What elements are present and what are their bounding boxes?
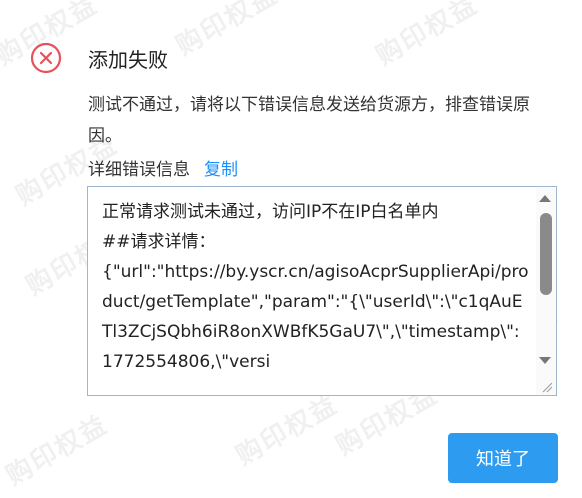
- copy-link[interactable]: 复制: [204, 160, 238, 180]
- dialog-title: 添加失败: [88, 48, 168, 72]
- watermark: 购印权益: [371, 0, 484, 72]
- scroll-up-icon[interactable]: [539, 195, 551, 202]
- error-details-text: 正常请求测试未通过，访问IP不在IP白名单内 ##请求详情： {"url":"h…: [102, 202, 529, 372]
- detail-label: 详细错误信息: [88, 160, 190, 180]
- textarea-scrollbar[interactable]: [536, 187, 556, 395]
- detail-row: 详细错误信息 复制: [88, 155, 238, 180]
- watermark: 购印权益: [231, 389, 344, 472]
- ok-button[interactable]: 知道了: [448, 433, 558, 483]
- scroll-down-icon[interactable]: [539, 357, 551, 364]
- scrollbar-thumb[interactable]: [540, 213, 552, 295]
- dialog-description: 测试不通过，请将以下错误信息发送给货源方，排查错误原因。: [88, 95, 530, 146]
- resize-grip-icon[interactable]: [539, 378, 553, 393]
- watermark: 购印权益: [171, 0, 284, 62]
- error-details-textarea[interactable]: 正常请求测试未通过，访问IP不在IP白名单内 ##请求详情： {"url":"h…: [87, 186, 557, 396]
- watermark: 购印权益: [1, 409, 114, 492]
- close-circle-icon: [30, 42, 62, 74]
